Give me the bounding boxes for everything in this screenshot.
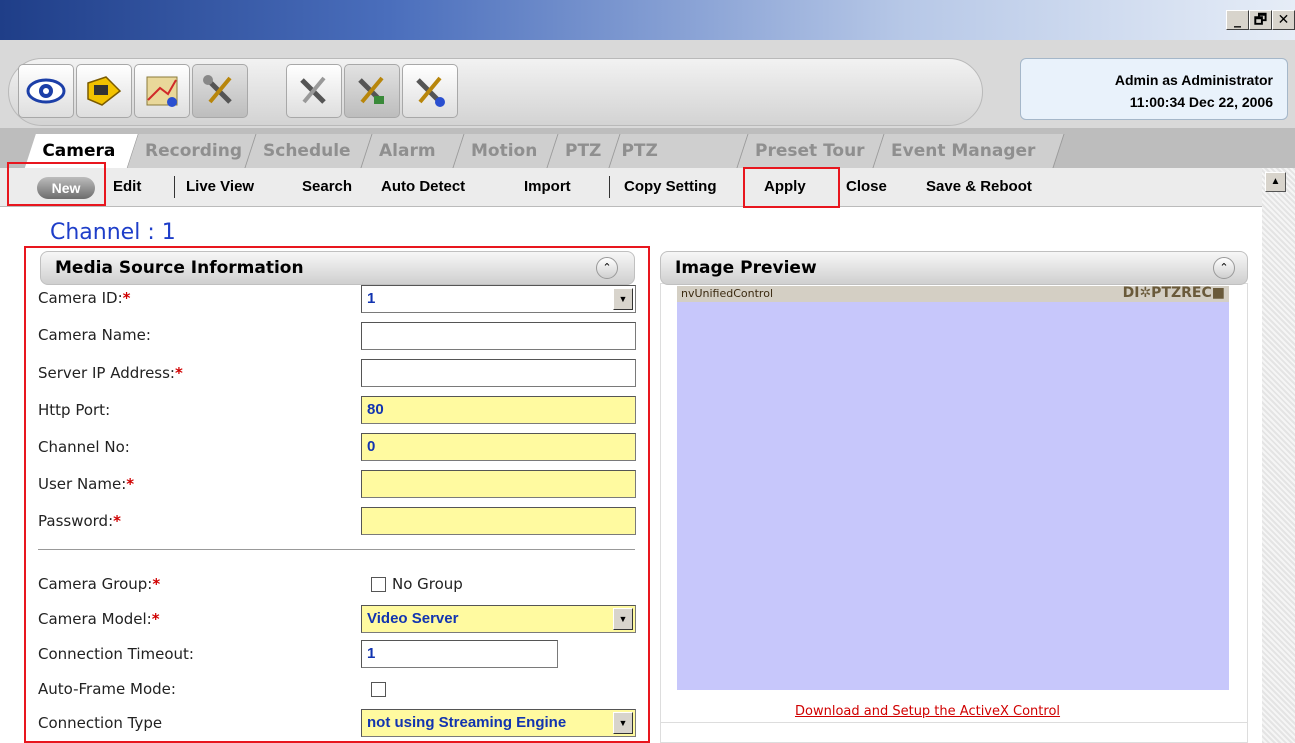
tab-motion[interactable]: Motion bbox=[453, 134, 559, 168]
camera-model-label: Camera Model:* bbox=[38, 610, 160, 628]
server-ip-input[interactable] bbox=[361, 359, 636, 387]
collapse-media-icon[interactable]: ⌃ bbox=[596, 257, 618, 279]
setup-tools-active-icon[interactable] bbox=[344, 64, 400, 118]
user-name-input[interactable] bbox=[361, 470, 636, 498]
tab-ptz[interactable]: PTZ bbox=[547, 134, 621, 168]
close-button[interactable]: Close bbox=[846, 178, 887, 195]
camera-group-label: Camera Group:* bbox=[38, 575, 161, 593]
user-status-box: Admin as Administrator 11:00:34 Dec 22, … bbox=[1020, 58, 1288, 120]
setup-tools-icon[interactable] bbox=[192, 64, 248, 118]
no-group-checkbox[interactable] bbox=[371, 577, 386, 592]
scroll-up-arrow-icon[interactable]: ▲ bbox=[1265, 172, 1286, 192]
camera-id-label: Camera ID:* bbox=[38, 289, 131, 307]
divider bbox=[38, 549, 635, 551]
video-preview-area[interactable] bbox=[677, 302, 1229, 690]
datetime-text: 11:00:34 Dec 22, 2006 bbox=[1129, 94, 1273, 110]
user-role-text: Admin as Administrator bbox=[1114, 72, 1273, 88]
copy-setting-button[interactable]: Copy Setting bbox=[624, 178, 717, 195]
tab-ptz-preset[interactable]: PTZ Preset bbox=[609, 134, 749, 195]
tab-alarm[interactable]: Alarm bbox=[361, 134, 465, 168]
close-window-button[interactable]: ✕ bbox=[1272, 10, 1295, 30]
http-port-label: Http Port: bbox=[38, 401, 111, 419]
save-reboot-button[interactable]: Save & Reboot bbox=[926, 178, 1032, 195]
tab-schedule[interactable]: Schedule bbox=[245, 134, 373, 168]
channel-title: Channel : 1 bbox=[50, 220, 176, 245]
minimize-button[interactable]: _ bbox=[1226, 10, 1249, 30]
camera-name-label: Camera Name: bbox=[38, 326, 151, 344]
import-button[interactable]: Import bbox=[524, 178, 571, 195]
emap-icon[interactable] bbox=[134, 64, 190, 118]
auto-frame-label: Auto-Frame Mode: bbox=[38, 680, 176, 698]
collapse-preview-icon[interactable]: ⌃ bbox=[1213, 257, 1235, 279]
image-preview-header: Image Preview bbox=[660, 251, 1248, 285]
connection-type-label: Connection Type bbox=[38, 714, 163, 732]
live-view-button[interactable]: Live View bbox=[186, 178, 254, 195]
camera-id-select[interactable]: 1 ▼ bbox=[361, 285, 636, 313]
camera-model-select[interactable]: Video Server ▼ bbox=[361, 605, 636, 633]
tab-recording[interactable]: Recording bbox=[127, 134, 257, 168]
live-view-icon[interactable] bbox=[18, 64, 74, 118]
http-port-input[interactable]: 80 bbox=[361, 396, 636, 424]
server-ip-label: Server IP Address:* bbox=[38, 364, 183, 382]
window-title-bar bbox=[0, 0, 1295, 40]
maximize-button[interactable]: 🗗 bbox=[1249, 10, 1272, 30]
connection-type-select[interactable]: not using Streaming Engine ▼ bbox=[361, 709, 636, 737]
dropdown-arrow-icon[interactable]: ▼ bbox=[613, 288, 633, 310]
dropdown-arrow-icon[interactable]: ▼ bbox=[613, 608, 633, 630]
highlight-box-new bbox=[7, 162, 106, 206]
edit-button[interactable]: Edit bbox=[113, 178, 141, 195]
tab-event-manager[interactable]: Event Manager bbox=[873, 134, 1065, 168]
status-indicators: DI✲PTZREC■ bbox=[1122, 285, 1225, 301]
playback-icon[interactable] bbox=[76, 64, 132, 118]
dropdown-arrow-icon[interactable]: ▼ bbox=[613, 712, 633, 734]
connection-timeout-label: Connection Timeout: bbox=[38, 645, 194, 663]
highlight-box-apply bbox=[743, 167, 840, 208]
password-label: Password:* bbox=[38, 512, 121, 530]
tab-preset-tour[interactable]: Preset Tour bbox=[737, 134, 885, 168]
auto-frame-checkbox[interactable] bbox=[371, 682, 386, 697]
activex-control-bar: nvUnifiedControl DI✲PTZREC■ bbox=[677, 285, 1229, 302]
vertical-scrollbar[interactable] bbox=[1262, 168, 1295, 743]
separator bbox=[174, 176, 175, 198]
download-activex-link[interactable]: Download and Setup the ActiveX Control bbox=[795, 704, 1060, 719]
user-name-label: User Name:* bbox=[38, 475, 135, 493]
separator bbox=[609, 176, 610, 198]
search-button[interactable]: Search bbox=[302, 178, 352, 195]
connection-timeout-input[interactable]: 1 bbox=[361, 640, 558, 668]
divider bbox=[660, 722, 1248, 723]
channel-no-label: Channel No: bbox=[38, 438, 130, 456]
camera-name-input[interactable] bbox=[361, 322, 636, 350]
media-source-header: Media Source Information bbox=[40, 251, 635, 285]
auto-detect-button[interactable]: Auto Detect bbox=[381, 178, 465, 195]
channel-no-input[interactable]: 0 bbox=[361, 433, 636, 461]
config-tools-icon[interactable] bbox=[402, 64, 458, 118]
control-name-text: nvUnifiedControl bbox=[681, 287, 774, 300]
camera-tools-icon[interactable] bbox=[286, 64, 342, 118]
no-group-label: No Group bbox=[392, 575, 463, 593]
password-input[interactable] bbox=[361, 507, 636, 535]
